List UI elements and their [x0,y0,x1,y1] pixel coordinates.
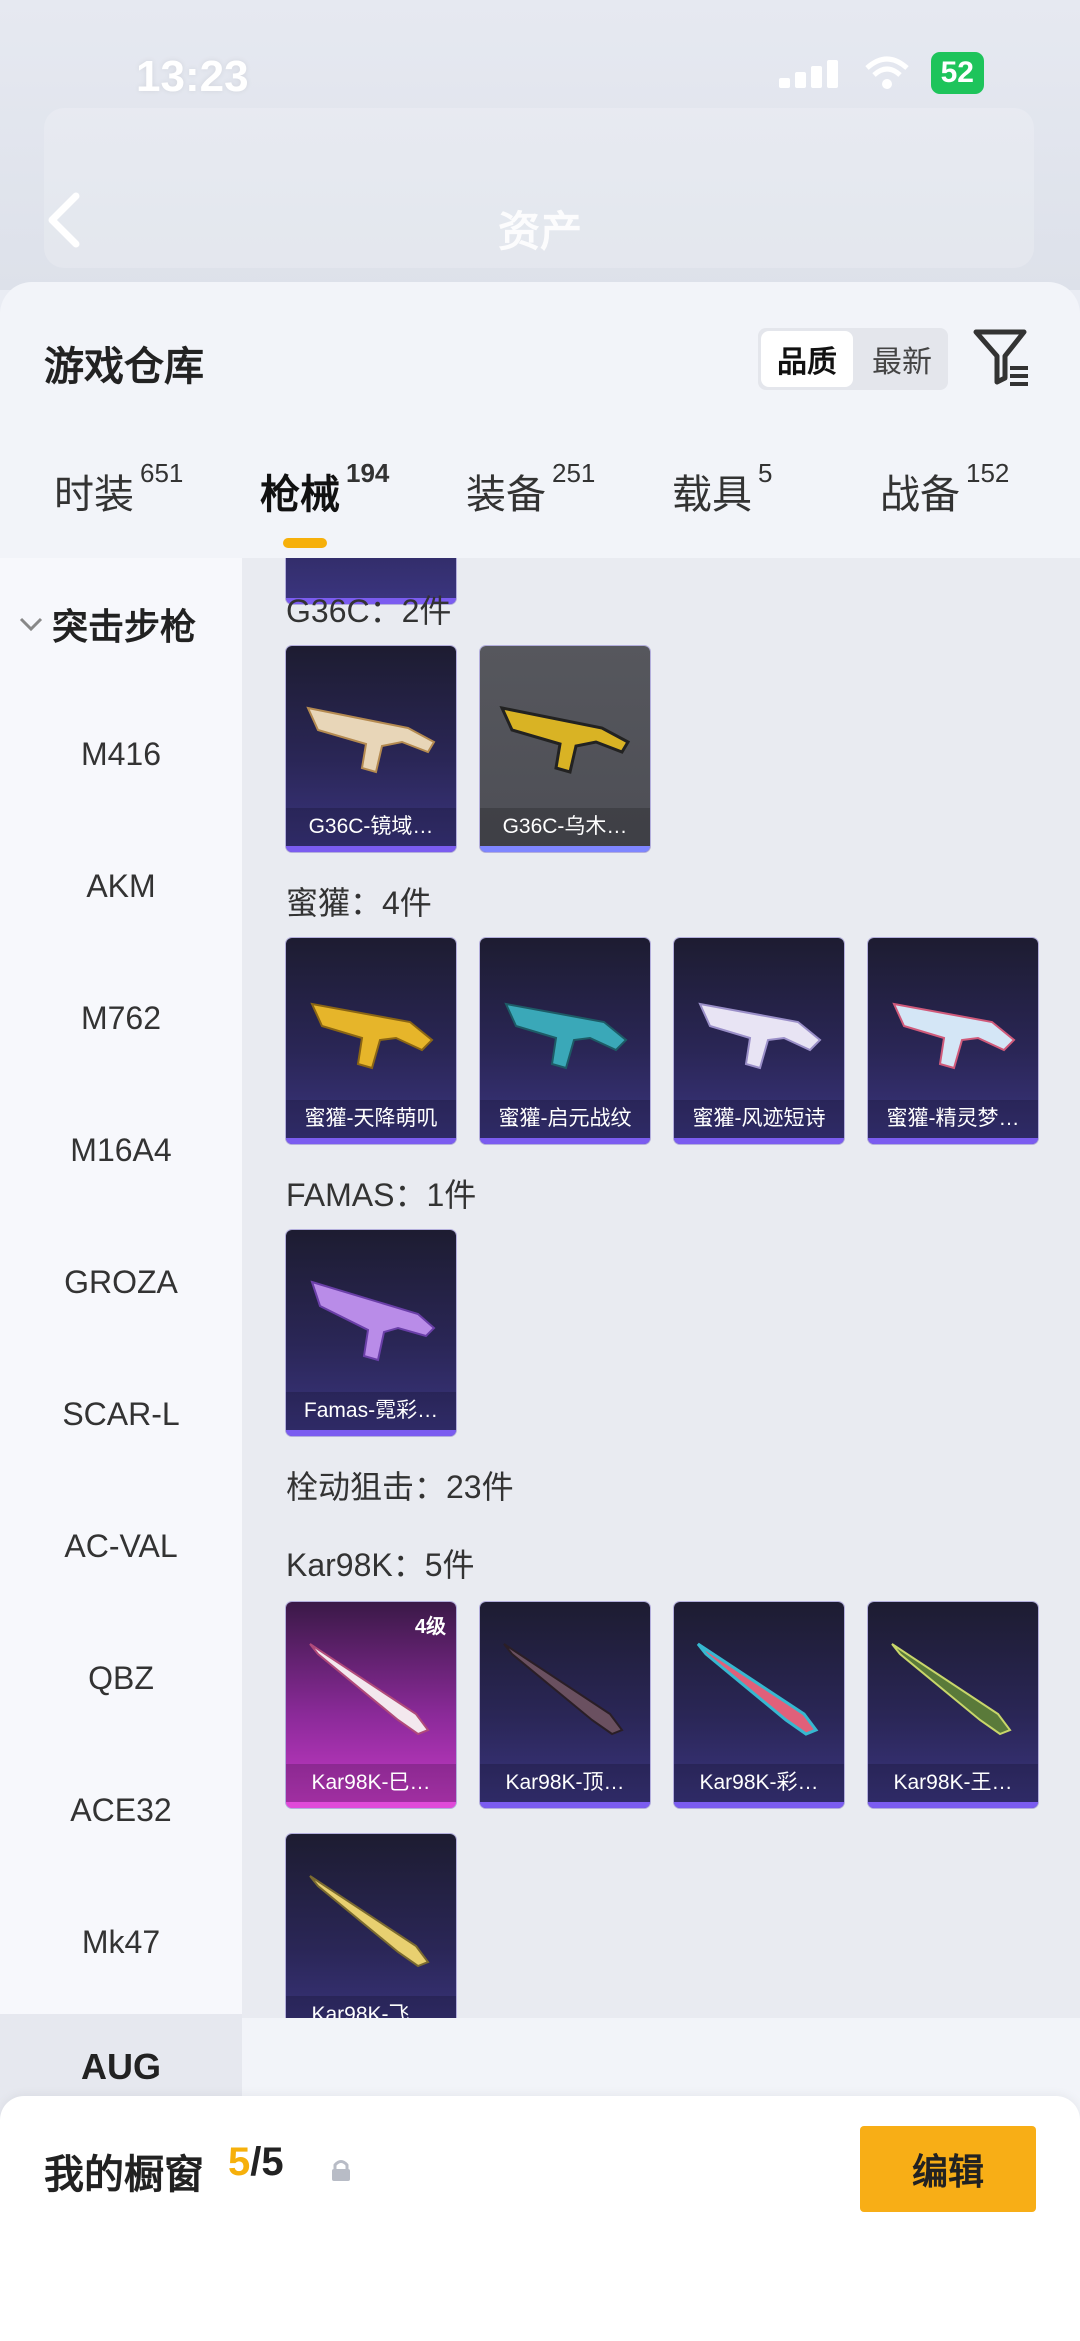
sort-quality-button[interactable]: 品质 [761,331,853,387]
weapon-card[interactable]: Kar98K-王… [868,1602,1038,1808]
category-tabs: 时装 651 枪械 194 装备 251 载具 5 战备 152 [0,458,1080,552]
sniper-rifle-icon [309,1875,430,1968]
weapon-name: 蜜獾-风迹短诗 [674,1100,844,1138]
sidebar-section-label: 突击步枪 [52,606,197,647]
tab-weapons[interactable]: 枪械 194 [260,458,389,520]
weapon-card[interactable]: G36C-镜域… [286,646,456,852]
warehouse-sheet: 游戏仓库 品质 最新 时装 651 枪械 194 装备 251 载具 5 战备 152 突… [0,282,1080,2341]
weapon-name: G36C-镜域… [286,808,456,846]
tab-fashion[interactable]: 时装 651 [54,458,183,520]
weapon-name: Famas-霓彩… [286,1392,456,1430]
sort-newest-button[interactable]: 最新 [856,328,948,390]
chevron-down-icon [19,617,43,632]
wifi-icon [864,56,909,89]
weapon-name: G36C-乌木… [480,808,650,846]
weapon-card[interactable]: 蜜獾-启元战纹 [480,938,650,1144]
sidebar-section-assault-rifles[interactable]: 突击步枪 [18,598,196,650]
sheet-title: 游戏仓库 [44,345,204,389]
sort-toggle: 品质 最新 [758,328,948,390]
sidebar-item-qbz[interactable]: QBZ [0,1660,242,1697]
sidebar-item-m16a4[interactable]: M16A4 [0,1132,242,1169]
rifle-icon [306,706,436,774]
sidebar-item-m416[interactable]: M416 [0,736,242,773]
weapon-card[interactable]: Kar98K-彩… [674,1602,844,1808]
sniper-rifle-icon [891,1643,1012,1736]
sidebar-item-groza[interactable]: GROZA [0,1264,242,1301]
showcase-bar: 我的橱窗 5/5 编辑 [0,2096,1080,2341]
weapon-name: Kar98K-巳… [286,1764,456,1802]
weapon-card[interactable]: 蜜獾-天降萌叽 [286,938,456,1144]
weapon-card[interactable]: Famas-霓彩… [286,1230,456,1436]
sidebar-item-mk47[interactable]: Mk47 [0,1924,242,1961]
weapon-name: 蜜獾-精灵梦… [868,1100,1038,1138]
weapon-card[interactable]: 蜜獾-风迹短诗 [674,938,844,1144]
weapon-name: Kar98K-顶… [480,1764,650,1802]
smg-icon [504,1002,628,1070]
weapon-card[interactable]: 4级 Kar98K-巳… [286,1602,456,1808]
weapon-name: 蜜獾-天降萌叽 [286,1100,456,1138]
weapon-card[interactable]: G36C-乌木… [480,646,650,852]
tab-vehicles[interactable]: 载具 5 [672,458,772,520]
sniper-rifle-icon [309,1643,430,1736]
smg-icon [892,1002,1016,1070]
status-icons: 52 [778,52,984,94]
rifle-icon [310,1280,436,1362]
group-title-g36c: G36C：2件 [286,593,452,629]
smg-icon [698,1002,822,1070]
sidebar-item-akm[interactable]: AKM [0,868,242,905]
sidebar-item-ace32[interactable]: ACE32 [0,1792,242,1829]
group-title-bolt-action: 栓动狙击：23件 [286,1469,514,1505]
status-time: 13:23 [136,52,249,101]
sidebar-item-ac-val[interactable]: AC-VAL [0,1528,242,1565]
tab-equipment[interactable]: 装备 251 [466,458,595,520]
signal-icon [778,58,843,88]
group-title-kar98k: Kar98K：5件 [286,1547,475,1583]
rifle-icon [499,705,631,774]
smg-icon [310,1002,434,1070]
battery-indicator: 52 [930,52,984,94]
weapon-card[interactable]: Kar98K-飞… [286,1834,456,2018]
weapon-name: 蜜獾-启元战纹 [480,1100,650,1138]
weapon-name: Kar98K-王… [868,1764,1038,1802]
group-title-mihuo: 蜜獾：4件 [286,885,432,921]
group-title-famas: FAMAS：1件 [286,1177,477,1213]
sniper-rifle-icon [696,1642,819,1736]
page-title: 资产 [497,208,582,255]
sniper-rifle-icon [503,1643,624,1736]
sidebar-item-m762[interactable]: M762 [0,1000,242,1037]
filter-icon[interactable] [972,326,1032,390]
top-header: 13:23 52 资产 [0,0,1080,290]
showcase-title: 我的橱窗 [44,2153,204,2197]
edit-button[interactable]: 编辑 [860,2126,1036,2212]
showcase-count: 5/5 [228,2140,284,2184]
tab-supplies[interactable]: 战备 152 [880,458,1009,520]
weapon-name: Kar98K-飞… [286,1996,456,2018]
lock-icon [332,2160,350,2181]
weapon-card[interactable]: 蜜獾-精灵梦… [868,938,1038,1144]
sidebar-item-scar-l[interactable]: SCAR-L [0,1396,242,1433]
weapon-grid: G36C：2件 G36C-镜域… G36C-乌木… 蜜獾：4件 蜜獾-天降萌叽 … [242,558,1080,2018]
weapon-name: Kar98K-彩… [674,1764,844,1802]
weapon-card[interactable]: Kar98K-顶… [480,1602,650,1808]
active-tab-underline [283,538,327,548]
